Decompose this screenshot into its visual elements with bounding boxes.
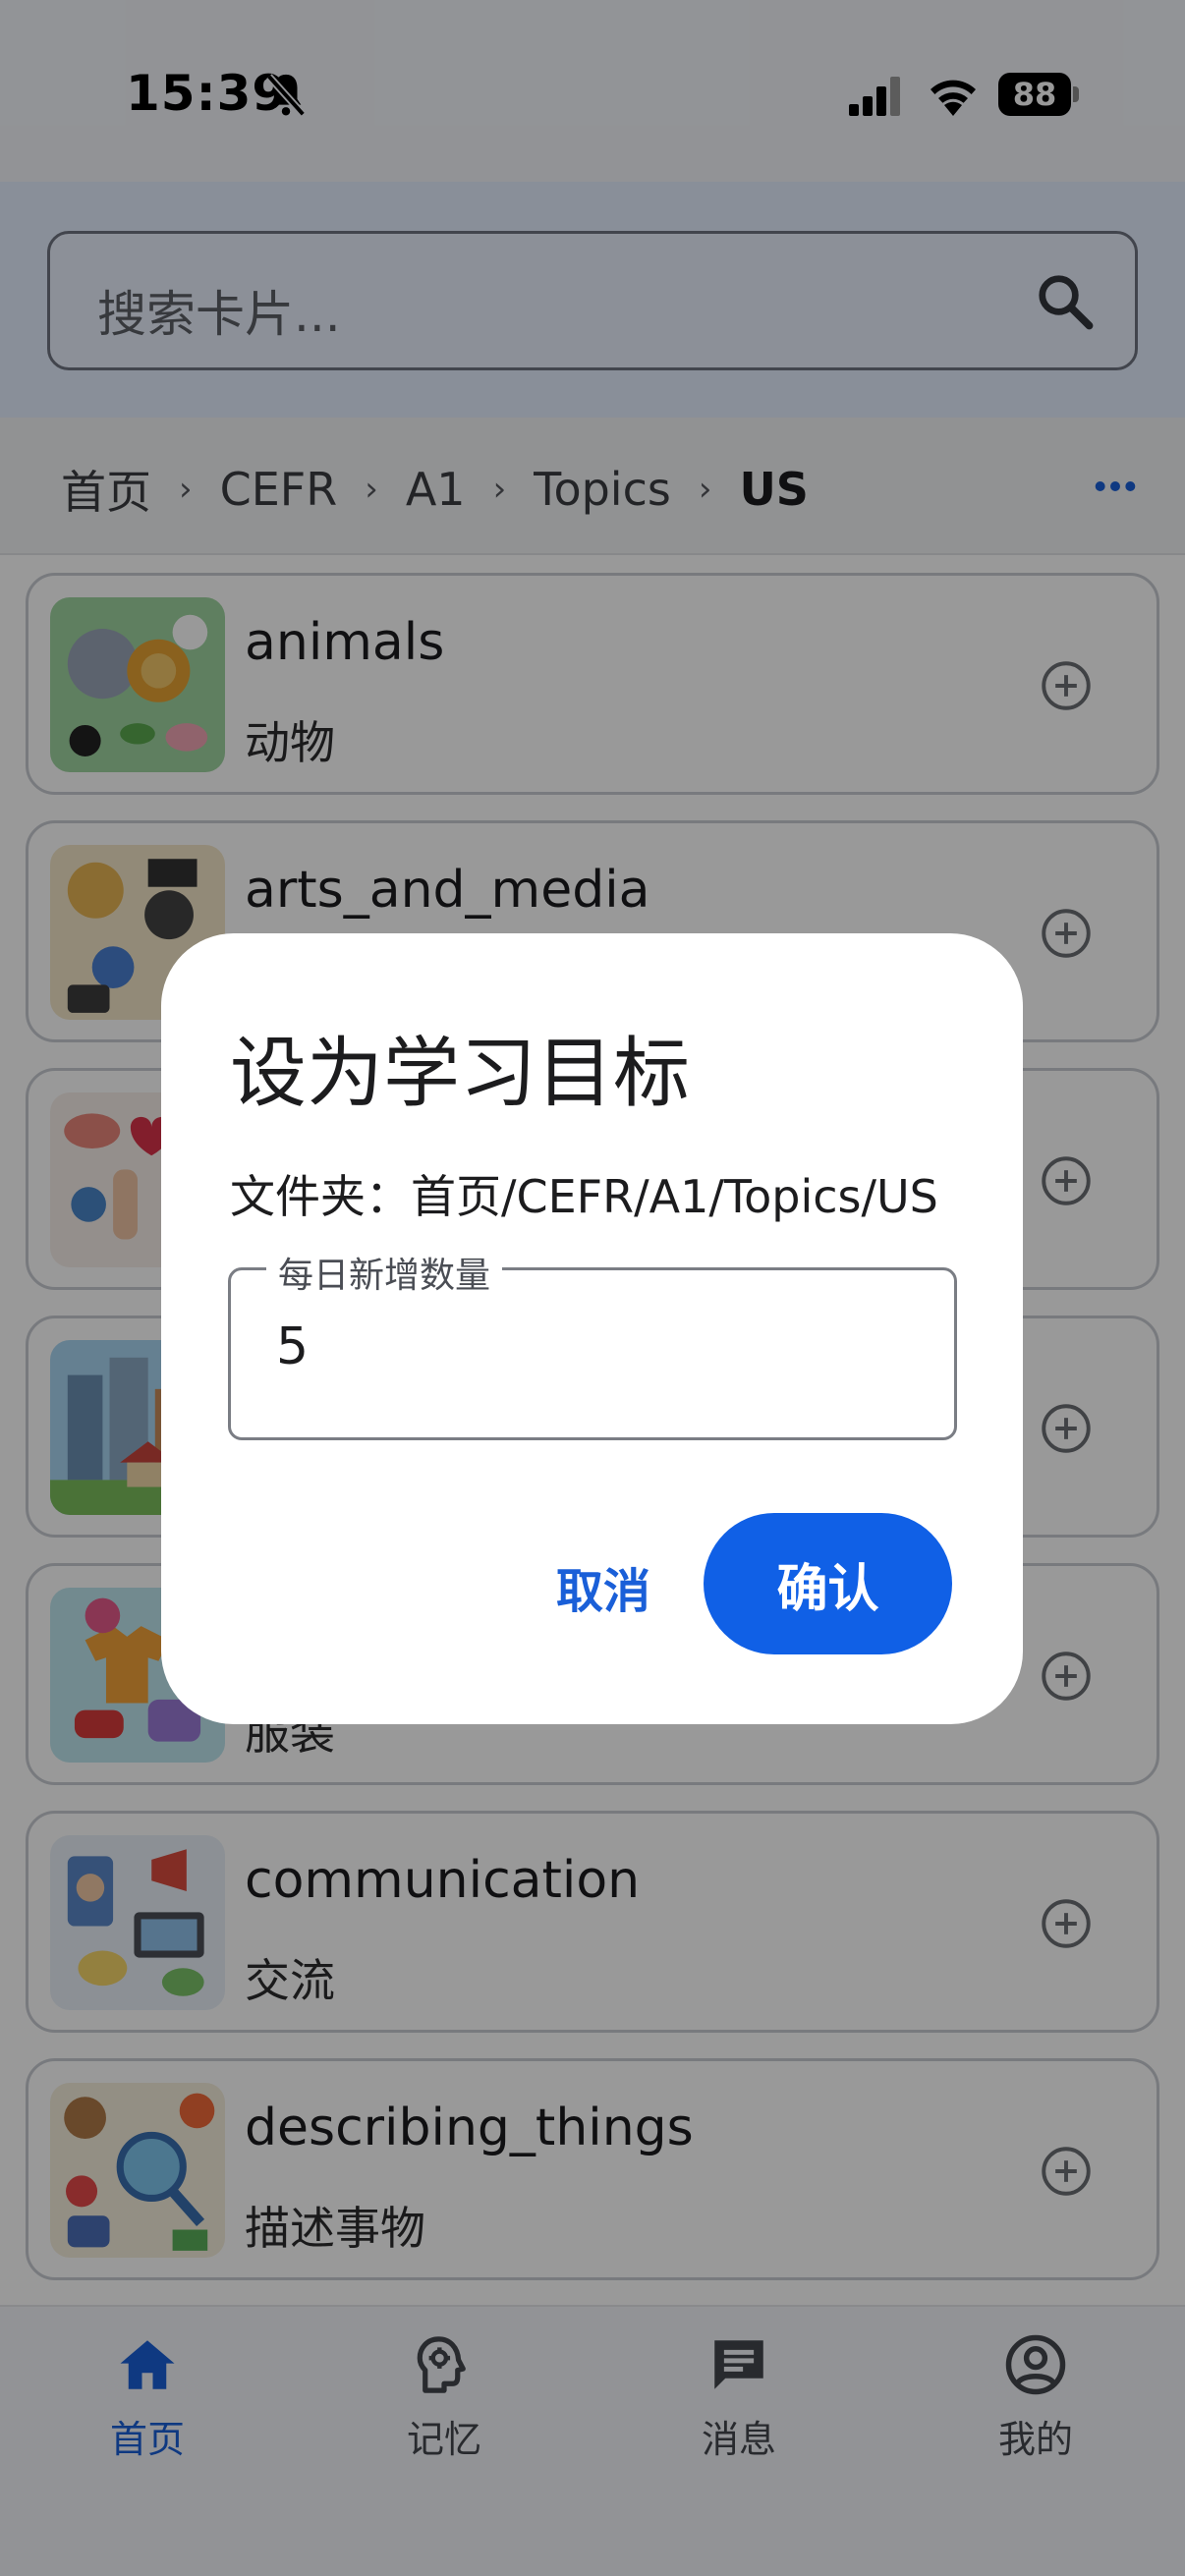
daily-new-count-field[interactable]: 每日新增数量 [228,1247,957,1440]
folder-path-text: 文件夹：首页/CEFR/A1/Topics/US [230,1170,938,1223]
cancel-button[interactable]: 取消 [525,1542,682,1631]
confirm-button[interactable]: 确认 [704,1513,952,1654]
app-screen: 15:39 88 搜索卡片... 首页 › CEFR › A1 › Topics… [0,0,1185,2576]
daily-new-count-input[interactable] [276,1317,866,1376]
field-label: 每日新增数量 [266,1247,503,1298]
dialog-title: 设为学习目标 [230,1030,691,1118]
set-study-goal-dialog: 设为学习目标 文件夹：首页/CEFR/A1/Topics/US 每日新增数量 取… [161,933,1023,1724]
